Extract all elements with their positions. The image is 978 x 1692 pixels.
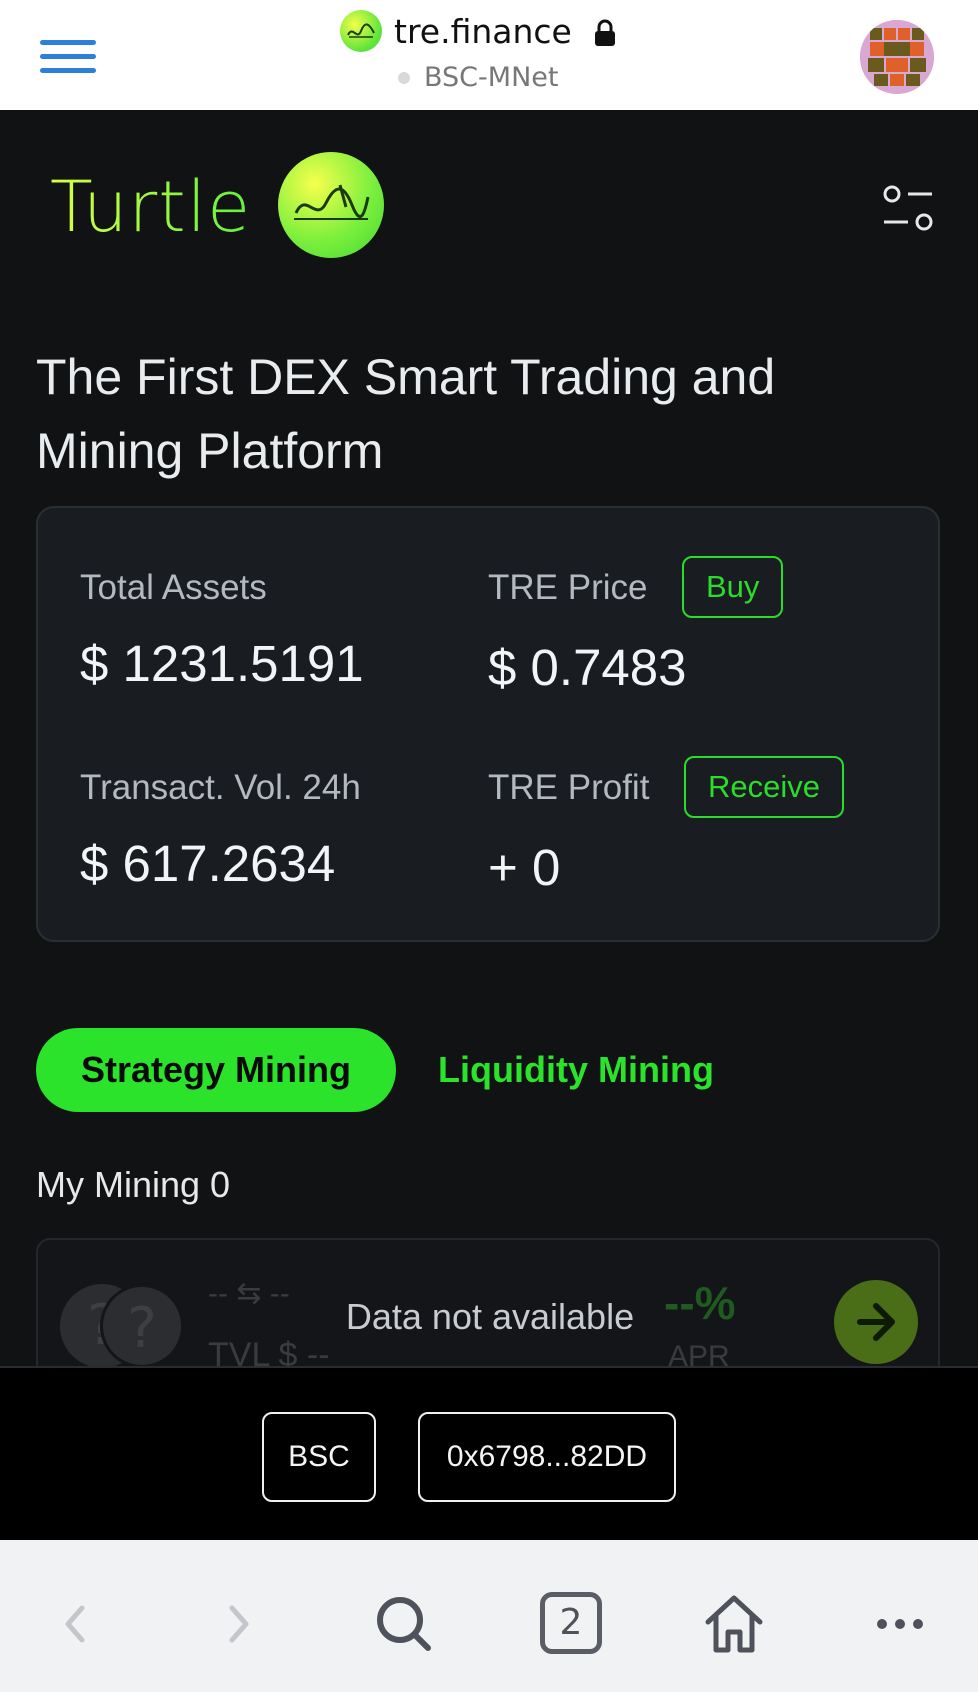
pool-apr-label: APR — [668, 1340, 730, 1368]
tre-profit-stat: TRE Profit + 0 — [488, 768, 649, 897]
tab-strategy-mining[interactable]: Strategy Mining — [36, 1028, 396, 1112]
pool-tvl: TVL $ -- — [208, 1336, 330, 1368]
turtle-logo-icon — [278, 152, 384, 258]
tre-price-label: TRE Price — [488, 568, 648, 607]
tre-price-value: $ 0.7483 — [488, 639, 687, 696]
receive-button[interactable]: Receive — [684, 756, 844, 818]
volume-value: $ 617.2634 — [80, 835, 336, 892]
volume-stat: Transact. Vol. 24h $ 617.2634 — [80, 768, 361, 893]
browser-bottom-nav: 2 — [0, 1540, 978, 1692]
tab-liquidity-mining[interactable]: Liquidity Mining — [438, 1028, 714, 1112]
site-favicon-icon — [340, 10, 382, 52]
search-icon[interactable] — [364, 1584, 444, 1664]
tre-price-stat: TRE Price $ 0.7483 — [488, 568, 687, 697]
volume-label: Transact. Vol. 24h — [80, 768, 361, 807]
forward-icon[interactable] — [198, 1584, 278, 1664]
buy-button[interactable]: Buy — [682, 556, 784, 618]
tre-profit-value: + 0 — [488, 839, 561, 896]
wallet-avatar[interactable] — [860, 20, 934, 94]
app-header: Turtle — [0, 110, 978, 310]
home-icon[interactable] — [694, 1584, 774, 1664]
site-identity[interactable]: tre.finance — [340, 8, 616, 54]
tre-profit-label: TRE Profit — [488, 768, 650, 807]
tab-count-button[interactable]: 2 — [540, 1592, 602, 1654]
my-mining-count: My Mining 0 — [36, 1164, 231, 1205]
browser-top-bar: tre.finance BSC-MNet — [0, 0, 978, 110]
hamburger-menu-icon[interactable] — [40, 40, 96, 76]
total-assets-label: Total Assets — [80, 568, 267, 607]
settings-toggle-icon[interactable] — [880, 180, 936, 236]
more-icon[interactable] — [860, 1584, 940, 1664]
logo-text: Turtle — [50, 166, 252, 248]
network-name: BSC-MNet — [424, 62, 559, 93]
total-assets-value: $ 1231.5191 — [80, 635, 364, 692]
mining-pool-card[interactable]: ? ? -- ⇆ -- TVL $ -- --% APR Data not av… — [36, 1238, 940, 1368]
chain-button[interactable]: BSC — [262, 1412, 376, 1502]
total-assets-stat: Total Assets $ 1231.5191 — [80, 568, 364, 693]
back-icon[interactable] — [36, 1584, 116, 1664]
data-not-available-message: Data not available — [345, 1296, 635, 1337]
wallet-bar: BSC 0x6798...82DD — [0, 1366, 978, 1540]
site-domain: tre.finance — [394, 11, 572, 51]
page-headline: The First DEX Smart Trading and Mining P… — [36, 349, 776, 479]
wallet-address-button[interactable]: 0x6798...82DD — [418, 1412, 676, 1502]
network-indicator: BSC-MNet — [398, 62, 558, 93]
stats-card: Total Assets $ 1231.5191 TRE Price $ 0.7… — [36, 506, 940, 942]
network-status-dot — [398, 71, 410, 84]
lock-icon — [594, 19, 615, 46]
